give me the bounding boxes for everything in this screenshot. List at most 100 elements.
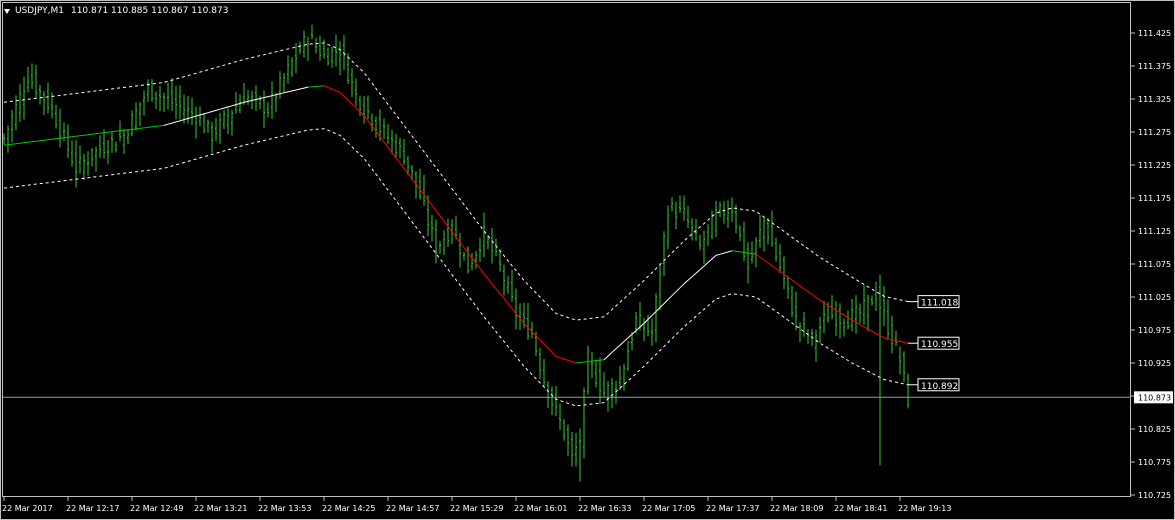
moving-average-segment: [463, 247, 469, 254]
moving-average-segment: [371, 125, 377, 132]
moving-average-segment: [483, 273, 489, 280]
x-tick-label: 22 Mar 14:57: [386, 504, 439, 513]
moving-average-segment: [755, 253, 761, 258]
moving-average-segment: [343, 95, 349, 101]
moving-average-segment: [107, 131, 113, 133]
moving-average-segment: [743, 251, 749, 254]
moving-average-segment: [143, 126, 149, 129]
ohlc-quote: 110.871 110.885 110.867 110.873: [70, 6, 229, 16]
moving-average-segment: [211, 109, 217, 112]
moving-average-segment: [379, 136, 385, 143]
moving-average-segment: [127, 128, 133, 131]
moving-average-segment: [719, 252, 725, 255]
moving-average-segment: [407, 173, 413, 180]
moving-average-segment: [79, 134, 85, 137]
moving-average-segment: [659, 303, 665, 308]
moving-average-segment: [415, 183, 421, 190]
moving-average-segment: [687, 276, 693, 281]
chart-plot[interactable]: 111.425 111.375 111.325 111.275 111.225 111.1…: [0, 0, 1175, 520]
moving-average-segment: [167, 122, 173, 125]
moving-average-segment: [91, 133, 97, 135]
upper-band-line: [3, 42, 909, 321]
moving-average-segment: [35, 140, 41, 142]
moving-average-segment: [387, 146, 393, 153]
moving-average-segment: [267, 95, 273, 98]
plot-frame: [2, 2, 1131, 497]
moving-average-segment: [543, 343, 549, 349]
dropdown-triangle-icon[interactable]: [4, 8, 10, 14]
moving-average-segment: [695, 269, 701, 274]
moving-average-segment: [523, 323, 529, 328]
moving-average-segment: [807, 291, 813, 295]
x-tick-label: 22 Mar 19:13: [898, 504, 951, 513]
moving-average-segment: [555, 355, 561, 359]
moving-average-segment: [819, 299, 825, 304]
moving-average-segment: [771, 265, 777, 269]
moving-average-segment: [875, 333, 881, 337]
moving-average-segment: [891, 339, 897, 342]
moving-average-segment: [59, 137, 65, 139]
moving-average-segment: [295, 88, 301, 91]
moving-average-segment: [547, 347, 553, 353]
moving-average-segment: [575, 362, 581, 364]
moving-average-segment: [727, 250, 733, 253]
moving-average-segment: [487, 278, 493, 285]
moving-average-segment: [799, 285, 805, 290]
moving-average-segment: [55, 137, 61, 140]
moving-average-segment: [631, 330, 637, 335]
moving-average-segment: [655, 307, 661, 312]
current-price-label: 110.873: [1138, 393, 1171, 402]
x-tick-label: 22 Mar 14:25: [322, 504, 375, 513]
moving-average-segment: [863, 326, 869, 330]
moving-average-segment: [259, 97, 265, 99]
y-tick-label: 110.925: [1138, 359, 1171, 368]
moving-average-segment: [27, 141, 33, 143]
moving-average-segment: [159, 124, 165, 127]
moving-average-segment: [347, 99, 353, 105]
moving-average-segment: [403, 167, 409, 174]
moving-average-segment: [699, 265, 705, 270]
moving-average-segment: [19, 142, 25, 144]
candles-layer: [3, 24, 909, 482]
moving-average-segment: [423, 194, 429, 201]
moving-average-segment: [895, 340, 901, 342]
moving-average-segment: [219, 107, 225, 110]
moving-average-segment: [111, 130, 117, 133]
y-tick-label: 110.775: [1138, 458, 1171, 467]
y-tick-label: 111.325: [1138, 95, 1171, 104]
moving-average-segment: [203, 112, 209, 115]
moving-average-segment: [303, 86, 309, 89]
moving-average-segment: [383, 141, 389, 148]
moving-average-segment: [583, 361, 589, 363]
moving-average-segment: [751, 253, 757, 255]
moving-average-segment: [479, 268, 485, 275]
moving-average-segment: [455, 236, 461, 243]
moving-average-segment: [883, 337, 889, 340]
moving-average-segment: [879, 335, 885, 339]
moving-average-segment: [283, 91, 289, 94]
moving-average-segment: [563, 358, 569, 361]
moving-average-segment: [723, 251, 729, 254]
y-tick-label: 111.425: [1138, 29, 1171, 38]
chart-window[interactable]: 111.425 111.375 111.325 111.275 111.225 111.1…: [0, 0, 1175, 520]
lower-band-line: [3, 128, 909, 407]
moving-average-segment: [171, 121, 177, 124]
moving-average-segment: [623, 337, 629, 342]
moving-average-segment: [231, 104, 237, 107]
moving-average-segment: [703, 262, 709, 267]
x-tick-label: 22 Mar 18:09: [770, 504, 823, 513]
x-tick-label: 22 Mar 12:17: [66, 504, 119, 513]
moving-average-segment: [603, 355, 609, 361]
moving-average-segment: [67, 136, 73, 138]
moving-average-segment: [119, 129, 125, 132]
moving-average-segment: [675, 287, 681, 293]
moving-average-segment: [763, 259, 769, 264]
moving-average-segment: [131, 128, 137, 130]
moving-average-segment: [427, 199, 433, 206]
moving-average-segment: [639, 323, 645, 328]
y-tick-label: 111.075: [1138, 260, 1171, 269]
moving-average-segment: [287, 90, 293, 93]
moving-average-segment: [867, 328, 873, 332]
moving-average-segment: [223, 106, 229, 109]
moving-average-segment: [23, 141, 29, 144]
